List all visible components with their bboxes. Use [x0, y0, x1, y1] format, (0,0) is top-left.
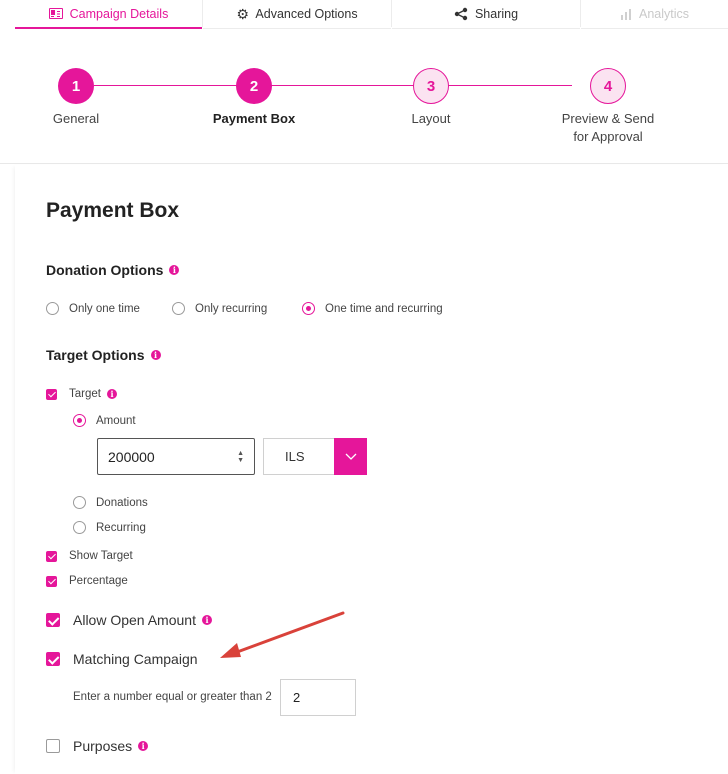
radio-button[interactable]: [46, 302, 59, 315]
target-amount-input[interactable]: 200000 ▲ ▼: [97, 438, 255, 475]
checkbox-label: Show Target: [69, 550, 133, 562]
info-icon[interactable]: i: [169, 265, 180, 275]
info-icon[interactable]: i: [138, 741, 149, 751]
radio-only-recurring[interactable]: Only recurring: [172, 302, 267, 315]
step-1-label: General: [52, 111, 100, 126]
checkbox-matching-campaign[interactable]: Matching Campaign: [46, 651, 198, 667]
tab-label: Sharing: [474, 7, 519, 21]
radio-recurring[interactable]: Recurring: [73, 521, 146, 534]
currency-select[interactable]: ILS: [263, 438, 367, 475]
step-1-circle[interactable]: 1: [58, 68, 94, 104]
gear-icon: ⚙: [236, 6, 249, 22]
page-title: Payment Box: [46, 199, 180, 222]
analytics-icon: [620, 9, 631, 20]
section-title-text: Donation Options: [46, 262, 164, 278]
radio-label: One time and recurring: [325, 302, 443, 315]
target-options-heading: Target Options i: [46, 347, 161, 363]
checkbox-checked[interactable]: [46, 575, 57, 587]
radio-button[interactable]: [172, 302, 185, 315]
radio-donations[interactable]: Donations: [73, 496, 148, 509]
checkbox-checked[interactable]: [46, 550, 57, 562]
tab-advanced-options[interactable]: ⚙ Advanced Options: [203, 0, 391, 29]
matching-value: 2: [293, 690, 301, 705]
progress-stepper: 1 General 2 Payment Box 3 Layout 4 Previ…: [0, 30, 728, 164]
step-4-label: Preview & Send for Approval: [548, 110, 668, 146]
checkbox-checked[interactable]: [46, 613, 60, 627]
checkbox-checked[interactable]: [46, 652, 60, 666]
number-stepper[interactable]: ▲ ▼: [237, 450, 244, 464]
tab-campaign-details[interactable]: Campaign Details: [15, 0, 202, 29]
checkbox-checked[interactable]: [46, 388, 57, 400]
amount-value: 200000: [108, 448, 155, 465]
tab-label: Advanced Options: [255, 7, 358, 21]
radio-label: Recurring: [96, 521, 146, 534]
checkbox-allow-open-amount[interactable]: Allow Open Amount i: [46, 612, 212, 628]
checkbox-label: Allow Open Amount: [73, 612, 196, 628]
share-icon: [454, 7, 468, 21]
checkbox-percentage[interactable]: Percentage: [46, 575, 128, 587]
section-title-text: Target Options: [46, 347, 145, 363]
step-2-label: Payment Box: [212, 111, 296, 126]
radio-button-selected[interactable]: [73, 414, 86, 427]
step-3-circle[interactable]: 3: [413, 68, 449, 104]
checkbox-label: Purposes: [73, 738, 133, 754]
radio-button-selected[interactable]: [302, 302, 315, 315]
checkbox-unchecked[interactable]: [46, 739, 60, 753]
matching-hint: Enter a number equal or greater than 2: [73, 691, 272, 703]
step-number: 4: [603, 77, 613, 95]
spin-down-icon[interactable]: ▼: [237, 457, 244, 464]
currency-value: ILS: [285, 449, 305, 464]
top-tabs: Campaign Details ⚙ Advanced Options Shar…: [0, 0, 728, 30]
annotation-arrow-icon: [220, 611, 345, 658]
step-4-label-line2: for Approval: [573, 129, 643, 144]
radio-button[interactable]: [73, 496, 86, 509]
checkbox-purposes[interactable]: Purposes i: [46, 738, 149, 754]
tab-analytics[interactable]: Analytics: [581, 0, 728, 29]
currency-dropdown-button[interactable]: [334, 438, 367, 475]
radio-amount[interactable]: Amount: [73, 414, 136, 427]
radio-label: Amount: [96, 414, 136, 427]
donation-options-heading: Donation Options i: [46, 262, 180, 278]
chevron-down-icon: [345, 453, 356, 460]
checkbox-label: Percentage: [69, 575, 128, 587]
info-icon[interactable]: i: [201, 615, 212, 625]
radio-one-time-and-recurring[interactable]: One time and recurring: [302, 302, 443, 315]
step-2-circle[interactable]: 2: [236, 68, 272, 104]
radio-only-one-time[interactable]: Only one time: [46, 302, 140, 315]
tab-label: Analytics: [638, 7, 690, 21]
checkbox-target[interactable]: Target i: [46, 388, 117, 400]
checkbox-show-target[interactable]: Show Target: [46, 550, 133, 562]
spin-up-icon[interactable]: ▲: [237, 450, 244, 457]
tab-sharing[interactable]: Sharing: [392, 0, 580, 29]
checkbox-label: Target: [69, 388, 101, 400]
payment-box-panel: Payment Box Donation Options i Only one …: [15, 165, 728, 774]
tab-label: Campaign Details: [69, 6, 169, 21]
info-icon[interactable]: i: [106, 389, 117, 399]
step-number: 3: [426, 77, 436, 95]
step-3-label: Layout: [411, 111, 451, 126]
stepper-connector: [94, 85, 572, 86]
step-4-circle[interactable]: 4: [590, 68, 626, 104]
radio-label: Only one time: [69, 302, 140, 315]
checkbox-label: Matching Campaign: [73, 651, 198, 667]
info-icon[interactable]: i: [150, 350, 161, 360]
step-number: 2: [249, 77, 259, 95]
radio-label: Donations: [96, 496, 148, 509]
radio-label: Only recurring: [195, 302, 268, 315]
step-number: 1: [71, 77, 81, 95]
matching-multiplier-input[interactable]: 2: [280, 679, 356, 716]
campaign-details-icon: [48, 8, 63, 19]
step-4-label-line1: Preview & Send: [561, 111, 655, 126]
radio-button[interactable]: [73, 521, 86, 534]
